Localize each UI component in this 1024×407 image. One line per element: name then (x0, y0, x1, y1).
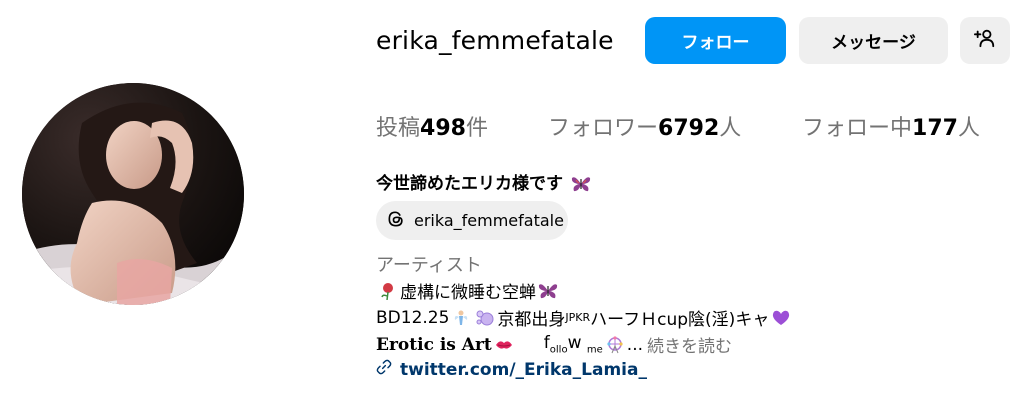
fairy-emoji-icon (451, 309, 471, 327)
profile-avatar[interactable] (22, 83, 244, 305)
threads-icon (386, 209, 406, 233)
suggest-people-button[interactable] (960, 17, 1010, 64)
ferris-wheel-emoji-icon (605, 335, 625, 354)
bio-link[interactable]: twitter.com/_Erika_Lamia_ (376, 359, 647, 380)
follow-me-text: follow me (543, 333, 603, 356)
profile-full-name: 今世諦めたエリカ様です (376, 169, 593, 194)
kiss-mark-emoji-icon (494, 336, 514, 354)
profile-category: アーティスト (376, 255, 482, 276)
bio-line: BD12.25 京都出身 JPKR ハーフＨcup陰(淫)キャ (376, 305, 793, 330)
threads-badge[interactable]: erika_femmefatale (376, 201, 568, 240)
bio-line: 虚構に微睡む空蝉 (376, 278, 560, 303)
purple-heart-emoji-icon (771, 309, 791, 327)
bio-line: Erotic is Art follow me ... 続きを読む (376, 332, 733, 357)
threads-handle: erika_femmefatale (414, 211, 564, 230)
person-add-icon (974, 27, 996, 54)
external-link-text[interactable]: twitter.com/_Erika_Lamia_ (400, 360, 647, 380)
link-icon (376, 359, 392, 380)
following-count-stat[interactable]: フォロー中177人 (802, 110, 980, 142)
profile-username: erika_femmefatale (376, 26, 614, 55)
bubbles-emoji-icon (475, 309, 495, 327)
butterfly-emoji-icon (538, 282, 558, 300)
read-more-link[interactable]: 続きを読む (647, 332, 732, 357)
butterfly-emoji-icon (571, 175, 591, 193)
message-button[interactable]: メッセージ (799, 17, 948, 64)
follow-button[interactable]: フォロー (645, 17, 786, 64)
rose-emoji-icon (378, 282, 398, 300)
followers-count-stat[interactable]: フォロワー6792人 (548, 110, 741, 142)
posts-count-stat: 投稿498件 (376, 116, 488, 141)
